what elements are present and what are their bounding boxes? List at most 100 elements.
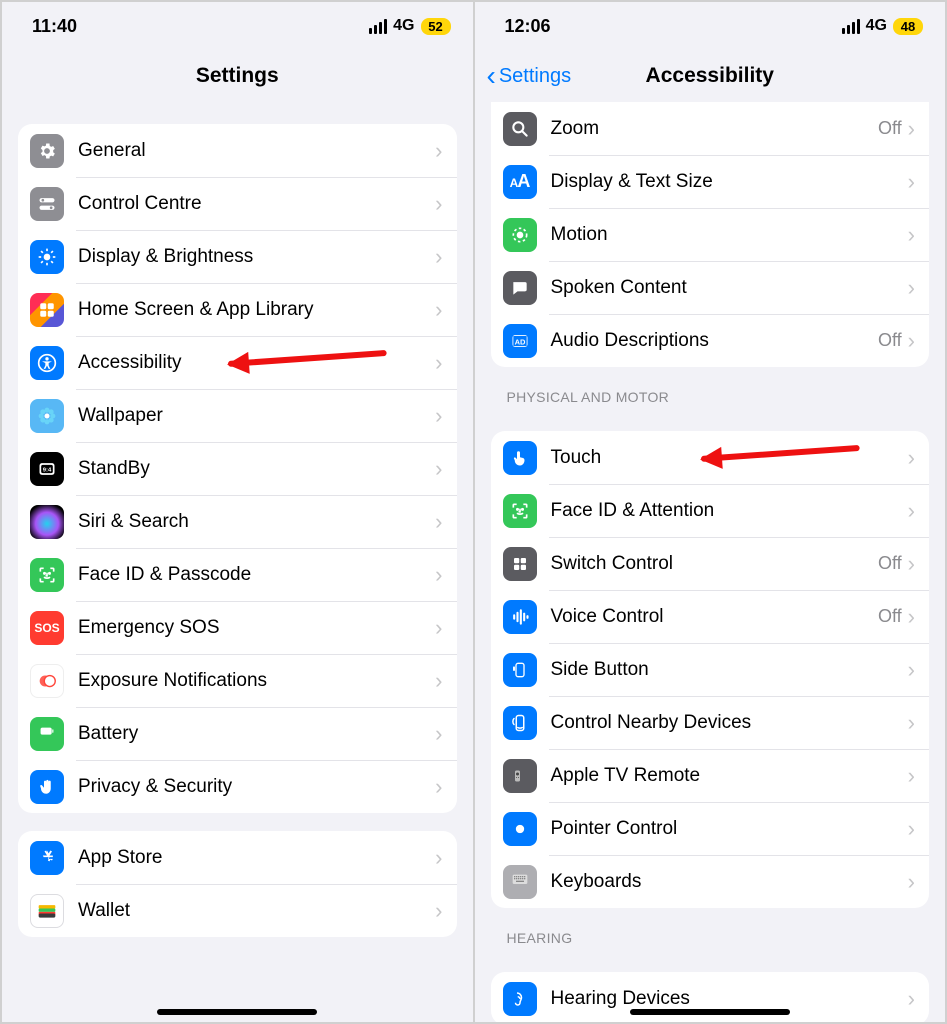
home-indicator[interactable] bbox=[630, 1009, 790, 1015]
settings-row-touch[interactable]: Touch› bbox=[491, 431, 930, 484]
battery-badge: 48 bbox=[893, 18, 923, 35]
section-header: HEARING bbox=[491, 908, 930, 954]
settings-row-privacy-security[interactable]: Privacy & Security› bbox=[18, 760, 457, 813]
row-label: Control Centre bbox=[78, 193, 435, 215]
chevron-right-icon: › bbox=[908, 869, 915, 895]
chevron-right-icon: › bbox=[908, 986, 915, 1012]
brightness-icon bbox=[30, 240, 64, 274]
nearby-icon bbox=[503, 706, 537, 740]
status-time: 11:40 bbox=[32, 16, 77, 37]
switches-icon bbox=[30, 187, 64, 221]
nav-bar: ‹ Settings Accessibility bbox=[475, 50, 946, 102]
chevron-right-icon: › bbox=[908, 116, 915, 142]
row-label: Display & Text Size bbox=[551, 171, 908, 193]
appstore-icon bbox=[30, 841, 64, 875]
sos-icon: SOS bbox=[30, 611, 64, 645]
row-label: Keyboards bbox=[551, 871, 908, 893]
chevron-right-icon: › bbox=[435, 898, 442, 924]
clock-icon: 9:4 bbox=[30, 452, 64, 486]
remote-icon bbox=[503, 759, 537, 793]
settings-row-exposure-notifications[interactable]: Exposure Notifications› bbox=[18, 654, 457, 707]
row-label: Side Button bbox=[551, 659, 908, 681]
svg-text:AD: AD bbox=[514, 337, 525, 346]
settings-row-accessibility[interactable]: Accessibility› bbox=[18, 336, 457, 389]
settings-row-side-button[interactable]: Side Button› bbox=[491, 643, 930, 696]
page-title: Settings bbox=[2, 64, 473, 88]
ear-icon bbox=[503, 982, 537, 1016]
faceid-icon bbox=[30, 558, 64, 592]
settings-row-pointer-control[interactable]: Pointer Control› bbox=[491, 802, 930, 855]
settings-row-face-id-attention[interactable]: Face ID & Attention› bbox=[491, 484, 930, 537]
keyboard-icon bbox=[503, 865, 537, 899]
settings-row-voice-control[interactable]: Voice ControlOff › bbox=[491, 590, 930, 643]
settings-row-wallpaper[interactable]: Wallpaper› bbox=[18, 389, 457, 442]
chevron-right-icon: › bbox=[435, 509, 442, 535]
svg-text:9:4: 9:4 bbox=[43, 467, 52, 473]
settings-row-spoken-content[interactable]: Spoken Content› bbox=[491, 261, 930, 314]
row-label: Siri & Search bbox=[78, 511, 435, 533]
settings-row-motion[interactable]: Motion› bbox=[491, 208, 930, 261]
settings-row-general[interactable]: General› bbox=[18, 124, 457, 177]
row-label: Control Nearby Devices bbox=[551, 712, 908, 734]
status-bar: 12:06 4G 48 bbox=[475, 2, 946, 50]
row-label: Wallet bbox=[78, 900, 435, 922]
settings-row-siri-search[interactable]: Siri & Search› bbox=[18, 495, 457, 548]
settings-list[interactable]: General›Control Centre›Display & Brightn… bbox=[2, 102, 473, 1022]
settings-row-emergency-sos[interactable]: SOS Emergency SOS› bbox=[18, 601, 457, 654]
row-label: Pointer Control bbox=[551, 818, 908, 840]
settings-row-display-text-size[interactable]: AADisplay & Text Size› bbox=[491, 155, 930, 208]
chevron-right-icon: › bbox=[435, 615, 442, 641]
accessibility-icon bbox=[30, 346, 64, 380]
chevron-right-icon: › bbox=[908, 445, 915, 471]
row-label: Emergency SOS bbox=[78, 617, 435, 639]
row-label: Battery bbox=[78, 723, 435, 745]
section-header: PHYSICAL AND MOTOR bbox=[491, 367, 930, 413]
settings-row-keyboards[interactable]: Keyboards› bbox=[491, 855, 930, 908]
settings-row-display-brightness[interactable]: Display & Brightness› bbox=[18, 230, 457, 283]
settings-row-control-nearby-devices[interactable]: Control Nearby Devices› bbox=[491, 696, 930, 749]
settings-row-standby[interactable]: 9:4StandBy› bbox=[18, 442, 457, 495]
row-label: Home Screen & App Library bbox=[78, 299, 435, 321]
row-label: Spoken Content bbox=[551, 277, 908, 299]
nav-bar: Settings bbox=[2, 50, 473, 102]
chevron-right-icon: › bbox=[435, 562, 442, 588]
settings-row-wallet[interactable]: Wallet› bbox=[18, 884, 457, 937]
hand-icon bbox=[30, 770, 64, 804]
row-label: StandBy bbox=[78, 458, 435, 480]
battery-badge: 52 bbox=[421, 18, 451, 35]
settings-row-battery[interactable]: Battery› bbox=[18, 707, 457, 760]
network-type: 4G bbox=[866, 17, 887, 35]
settings-row-control-centre[interactable]: Control Centre› bbox=[18, 177, 457, 230]
settings-row-zoom[interactable]: ZoomOff› bbox=[491, 102, 930, 155]
chevron-right-icon: › bbox=[435, 138, 442, 164]
chevron-right-icon: › bbox=[435, 350, 442, 376]
row-value: Off bbox=[878, 606, 902, 627]
settings-row-app-store[interactable]: App Store› bbox=[18, 831, 457, 884]
back-button[interactable]: ‹ Settings bbox=[487, 62, 572, 90]
chevron-left-icon: ‹ bbox=[487, 62, 496, 90]
speech-icon bbox=[503, 271, 537, 305]
settings-row-face-id-passcode[interactable]: Face ID & Passcode› bbox=[18, 548, 457, 601]
gear-icon bbox=[30, 134, 64, 168]
pointer-icon bbox=[503, 812, 537, 846]
settings-group: ZoomOff›AADisplay & Text Size›Motion›Spo… bbox=[491, 102, 930, 367]
chevron-right-icon: › bbox=[908, 763, 915, 789]
faceid-icon bbox=[503, 494, 537, 528]
settings-row-home-screen-app-library[interactable]: Home Screen & App Library› bbox=[18, 283, 457, 336]
settings-group: Touch›Face ID & Attention›Switch Control… bbox=[491, 431, 930, 908]
signal-icon bbox=[842, 19, 860, 34]
accessibility-list[interactable]: ZoomOff›AADisplay & Text Size›Motion›Spo… bbox=[475, 102, 946, 1022]
home-indicator[interactable] bbox=[157, 1009, 317, 1015]
settings-row-audio-descriptions[interactable]: ADAudio DescriptionsOff› bbox=[491, 314, 930, 367]
row-label: Voice Control bbox=[551, 606, 878, 628]
row-value: Off bbox=[878, 553, 902, 574]
settings-row-switch-control[interactable]: Switch ControlOff› bbox=[491, 537, 930, 590]
row-label: Wallpaper bbox=[78, 405, 435, 427]
chevron-right-icon: › bbox=[435, 845, 442, 871]
chevron-right-icon: › bbox=[908, 816, 915, 842]
signal-icon bbox=[369, 19, 387, 34]
settings-row-apple-tv-remote[interactable]: Apple TV Remote› bbox=[491, 749, 930, 802]
chevron-right-icon: › bbox=[908, 604, 915, 630]
row-label: General bbox=[78, 140, 435, 162]
siri-icon bbox=[30, 505, 64, 539]
